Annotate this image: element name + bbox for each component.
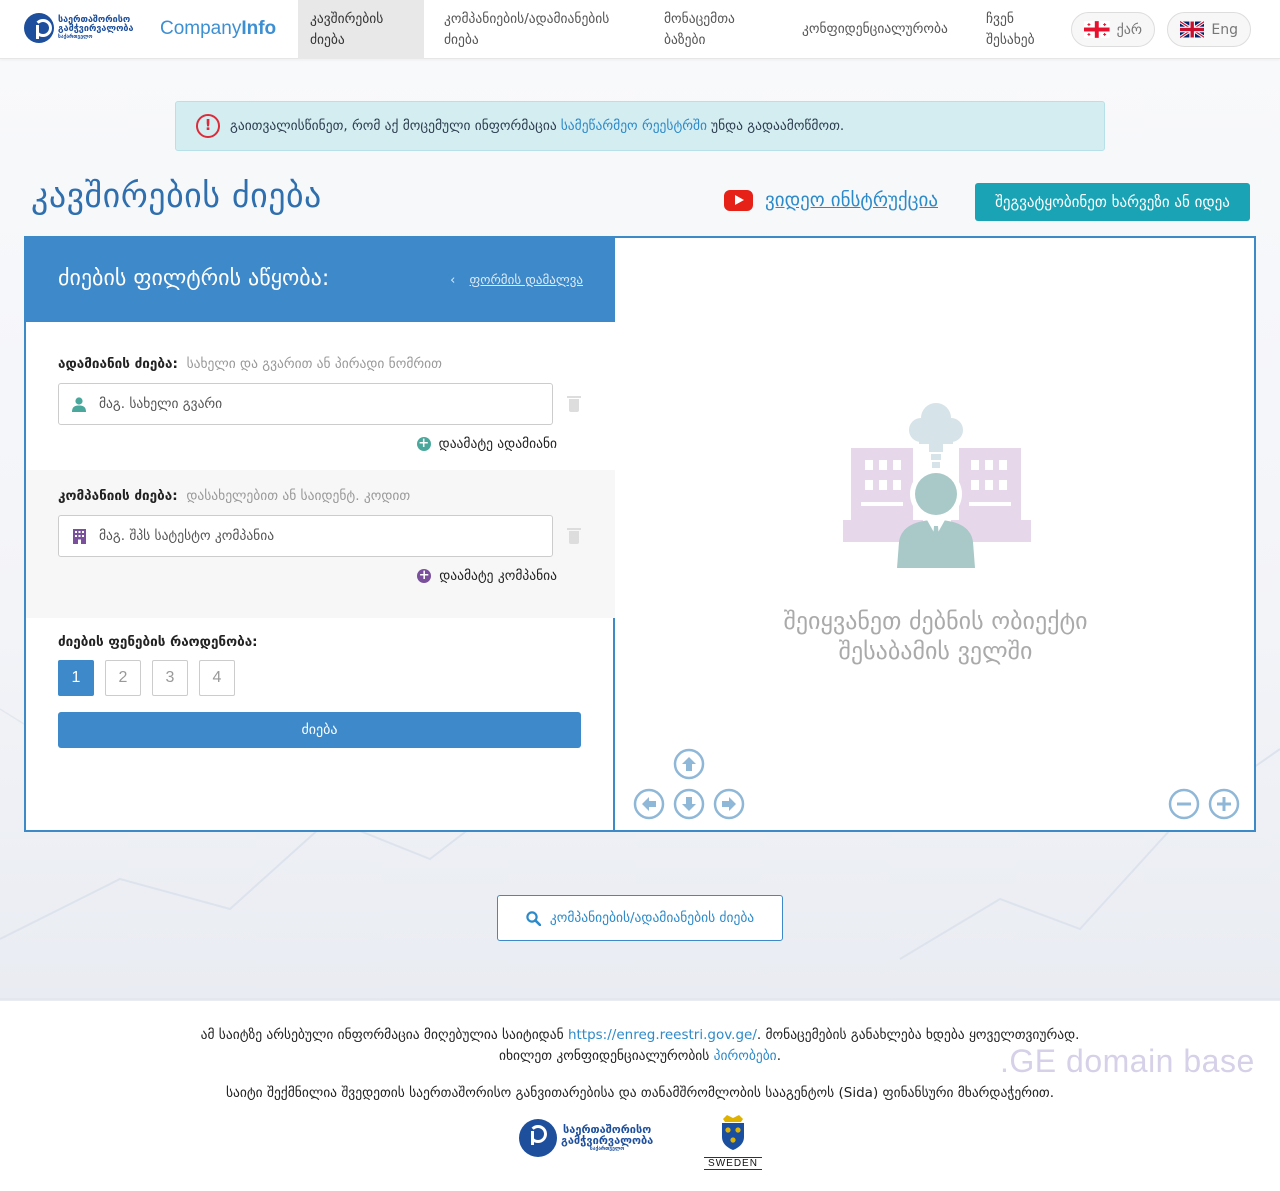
layer-option-3[interactable]: 3 [152,660,188,696]
nav-companies-people-search[interactable]: კომპანიების/ადამიანების ძიება [432,0,632,59]
add-company-button[interactable]: + დაამატე კომპანია [417,568,557,584]
logo-text-line3: საქართველო [58,34,93,40]
zoom-out-icon[interactable] [1168,788,1200,820]
building-icon [71,528,87,544]
footer-sida-line: საიტი შექმნილია შვედეთის საერთაშორისო გა… [225,1085,1055,1101]
search-button[interactable]: ძიება [58,712,581,748]
companies-people-search-button[interactable]: კომპანიების/ადამიანების ძიება [497,895,783,941]
company-search-input[interactable] [99,528,539,544]
nav-connections-search[interactable]: კავშირების ძიება [298,0,424,59]
add-person-button[interactable]: + დაამატე ადამიანი [416,436,557,452]
chevron-left-icon: ‹ [450,273,456,288]
pan-up-icon[interactable] [673,748,705,780]
search-layers-label: ძიების ფენების რაოდენობა: [58,634,258,650]
zoom-in-icon[interactable] [1208,788,1240,820]
footer: ამ საიტზე არსებული ინფორმაცია მიღებულია … [0,1001,1280,1191]
video-instruction-link[interactable]: ვიდეო ინსტრუქცია [724,189,938,211]
search-filter-form: ძიების ფილტრის აწყობა: ‹ ფორმის დამალვა … [26,238,615,830]
search-icon [526,910,541,926]
lang-georgian-label: ქარ [1116,21,1142,38]
company-search-hint: დასახელებით ან საიდენტ. კოდით [186,488,411,504]
filter-header: ძიების ფილტრის აწყობა: ‹ ფორმის დამალვა [26,238,615,322]
person-search-input[interactable] [99,396,539,412]
connections-search-panel: ძიების ფილტრის აწყობა: ‹ ფორმის დამალვა … [24,236,1256,832]
ti-globe-icon [24,13,54,43]
top-header: საერთაშორისო გამჭვირვალობა საქართველო Co… [0,0,1280,59]
footer-source-line: ამ საიტზე არსებული ინფორმაცია მიღებულია … [200,1027,1080,1043]
company-search-section: კომპანიის ძიება: დასახელებით ან საიდენტ.… [26,470,615,618]
trash-icon[interactable] [567,528,581,544]
registry-notice-alert: ! გაითვალისწინეთ, რომ აქ მოცემული ინფორმ… [175,101,1105,151]
person-search-field[interactable] [58,383,553,425]
person-search-section: ადამიანის ძიება: სახელი და გვარით ან პირ… [26,322,615,470]
source-site-link[interactable]: https://enreg.reestri.gov.ge/ [568,1027,757,1043]
pan-left-icon[interactable] [633,788,665,820]
youtube-icon [724,189,753,211]
hide-form-link[interactable]: ‹ ფორმის დამალვა [450,273,583,288]
page-title: კავშირების ძიება [31,176,322,216]
brand-companyinfo[interactable]: CompanyInfo [160,18,276,40]
report-bug-or-idea-button[interactable]: შეგვატყობინეთ ხარვეზი ან იდეა [975,183,1250,221]
alert-text-before: გაითვალისწინეთ, რომ აქ მოცემული ინფორმაც… [230,118,557,134]
lang-english-button[interactable]: Eng [1167,12,1251,47]
ge-domain-watermark: .GE domain base [1000,1043,1255,1079]
companies-people-search-label: კომპანიების/ადამიანების ძიება [549,910,755,926]
lang-english-label: Eng [1211,21,1238,38]
logo-text-line2: გამჭვირვალობა [58,24,134,34]
layer-option-2[interactable]: 2 [105,660,141,696]
company-search-label: კომპანიის ძიება: [58,488,178,504]
georgia-flag-icon [1084,21,1110,38]
pan-down-icon[interactable] [673,788,705,820]
lang-georgian-button[interactable]: ქარ [1071,12,1155,47]
sweden-sida-logo[interactable]: SWEDEN [704,1113,762,1170]
person-search-label: ადამიანის ძიება: [58,356,178,372]
alert-text-after: უნდა გადაამოწმოთ. [711,118,845,134]
sweden-label: SWEDEN [704,1157,762,1170]
nav-about[interactable]: ჩვენ შესახებ [974,0,1054,59]
graph-result-area[interactable]: შეიყვანეთ ძებნის ობიექტი შესაბამის ველში [617,238,1254,830]
layer-option-4[interactable]: 4 [199,660,235,696]
video-instruction-label: ვიდეო ინსტრუქცია [765,189,938,211]
plus-circle-icon: + [417,568,432,583]
layer-option-1[interactable]: 1 [58,660,94,696]
exclamation-icon: ! [196,114,220,138]
add-company-label: დაამატე კომპანია [439,568,557,584]
empty-state-illustration [843,403,1031,568]
uk-flag-icon [1180,21,1205,38]
hide-form-label: ფორმის დამალვა [469,273,583,288]
empty-state-message: შეიყვანეთ ძებნის ობიექტი შესაბამის ველში [783,607,1088,665]
pan-right-icon[interactable] [713,788,745,820]
partner-logos: საერთაშორისო გამჭვირვალობა საქართველო SW… [519,1113,769,1173]
privacy-terms-link[interactable]: პირობები [714,1048,777,1064]
add-person-label: დაამატე ადამიანი [438,436,557,452]
user-icon [71,396,87,412]
sweden-crest-icon [722,1115,744,1150]
trash-icon[interactable] [567,396,581,412]
registry-link[interactable]: სამეწარმეო რეესტრში [561,118,707,134]
filter-title: ძიების ფილტრის აწყობა: [58,266,330,291]
person-search-hint: სახელი და გვარით ან პირადი ნომრით [186,356,442,372]
plus-circle-icon: + [416,436,431,451]
ti-georgia-footer-logo[interactable]: საერთაშორისო გამჭვირვალობა საქართველო [519,1119,653,1157]
ti-georgia-logo[interactable]: საერთაშორისო გამჭვირვალობა საქართველო [24,13,133,43]
company-search-field[interactable] [58,515,553,557]
nav-databases[interactable]: მონაცემთა ბაზები [652,0,762,59]
nav-privacy[interactable]: კონფიდენციალურობა [790,0,966,59]
ti-globe-icon [519,1119,557,1157]
